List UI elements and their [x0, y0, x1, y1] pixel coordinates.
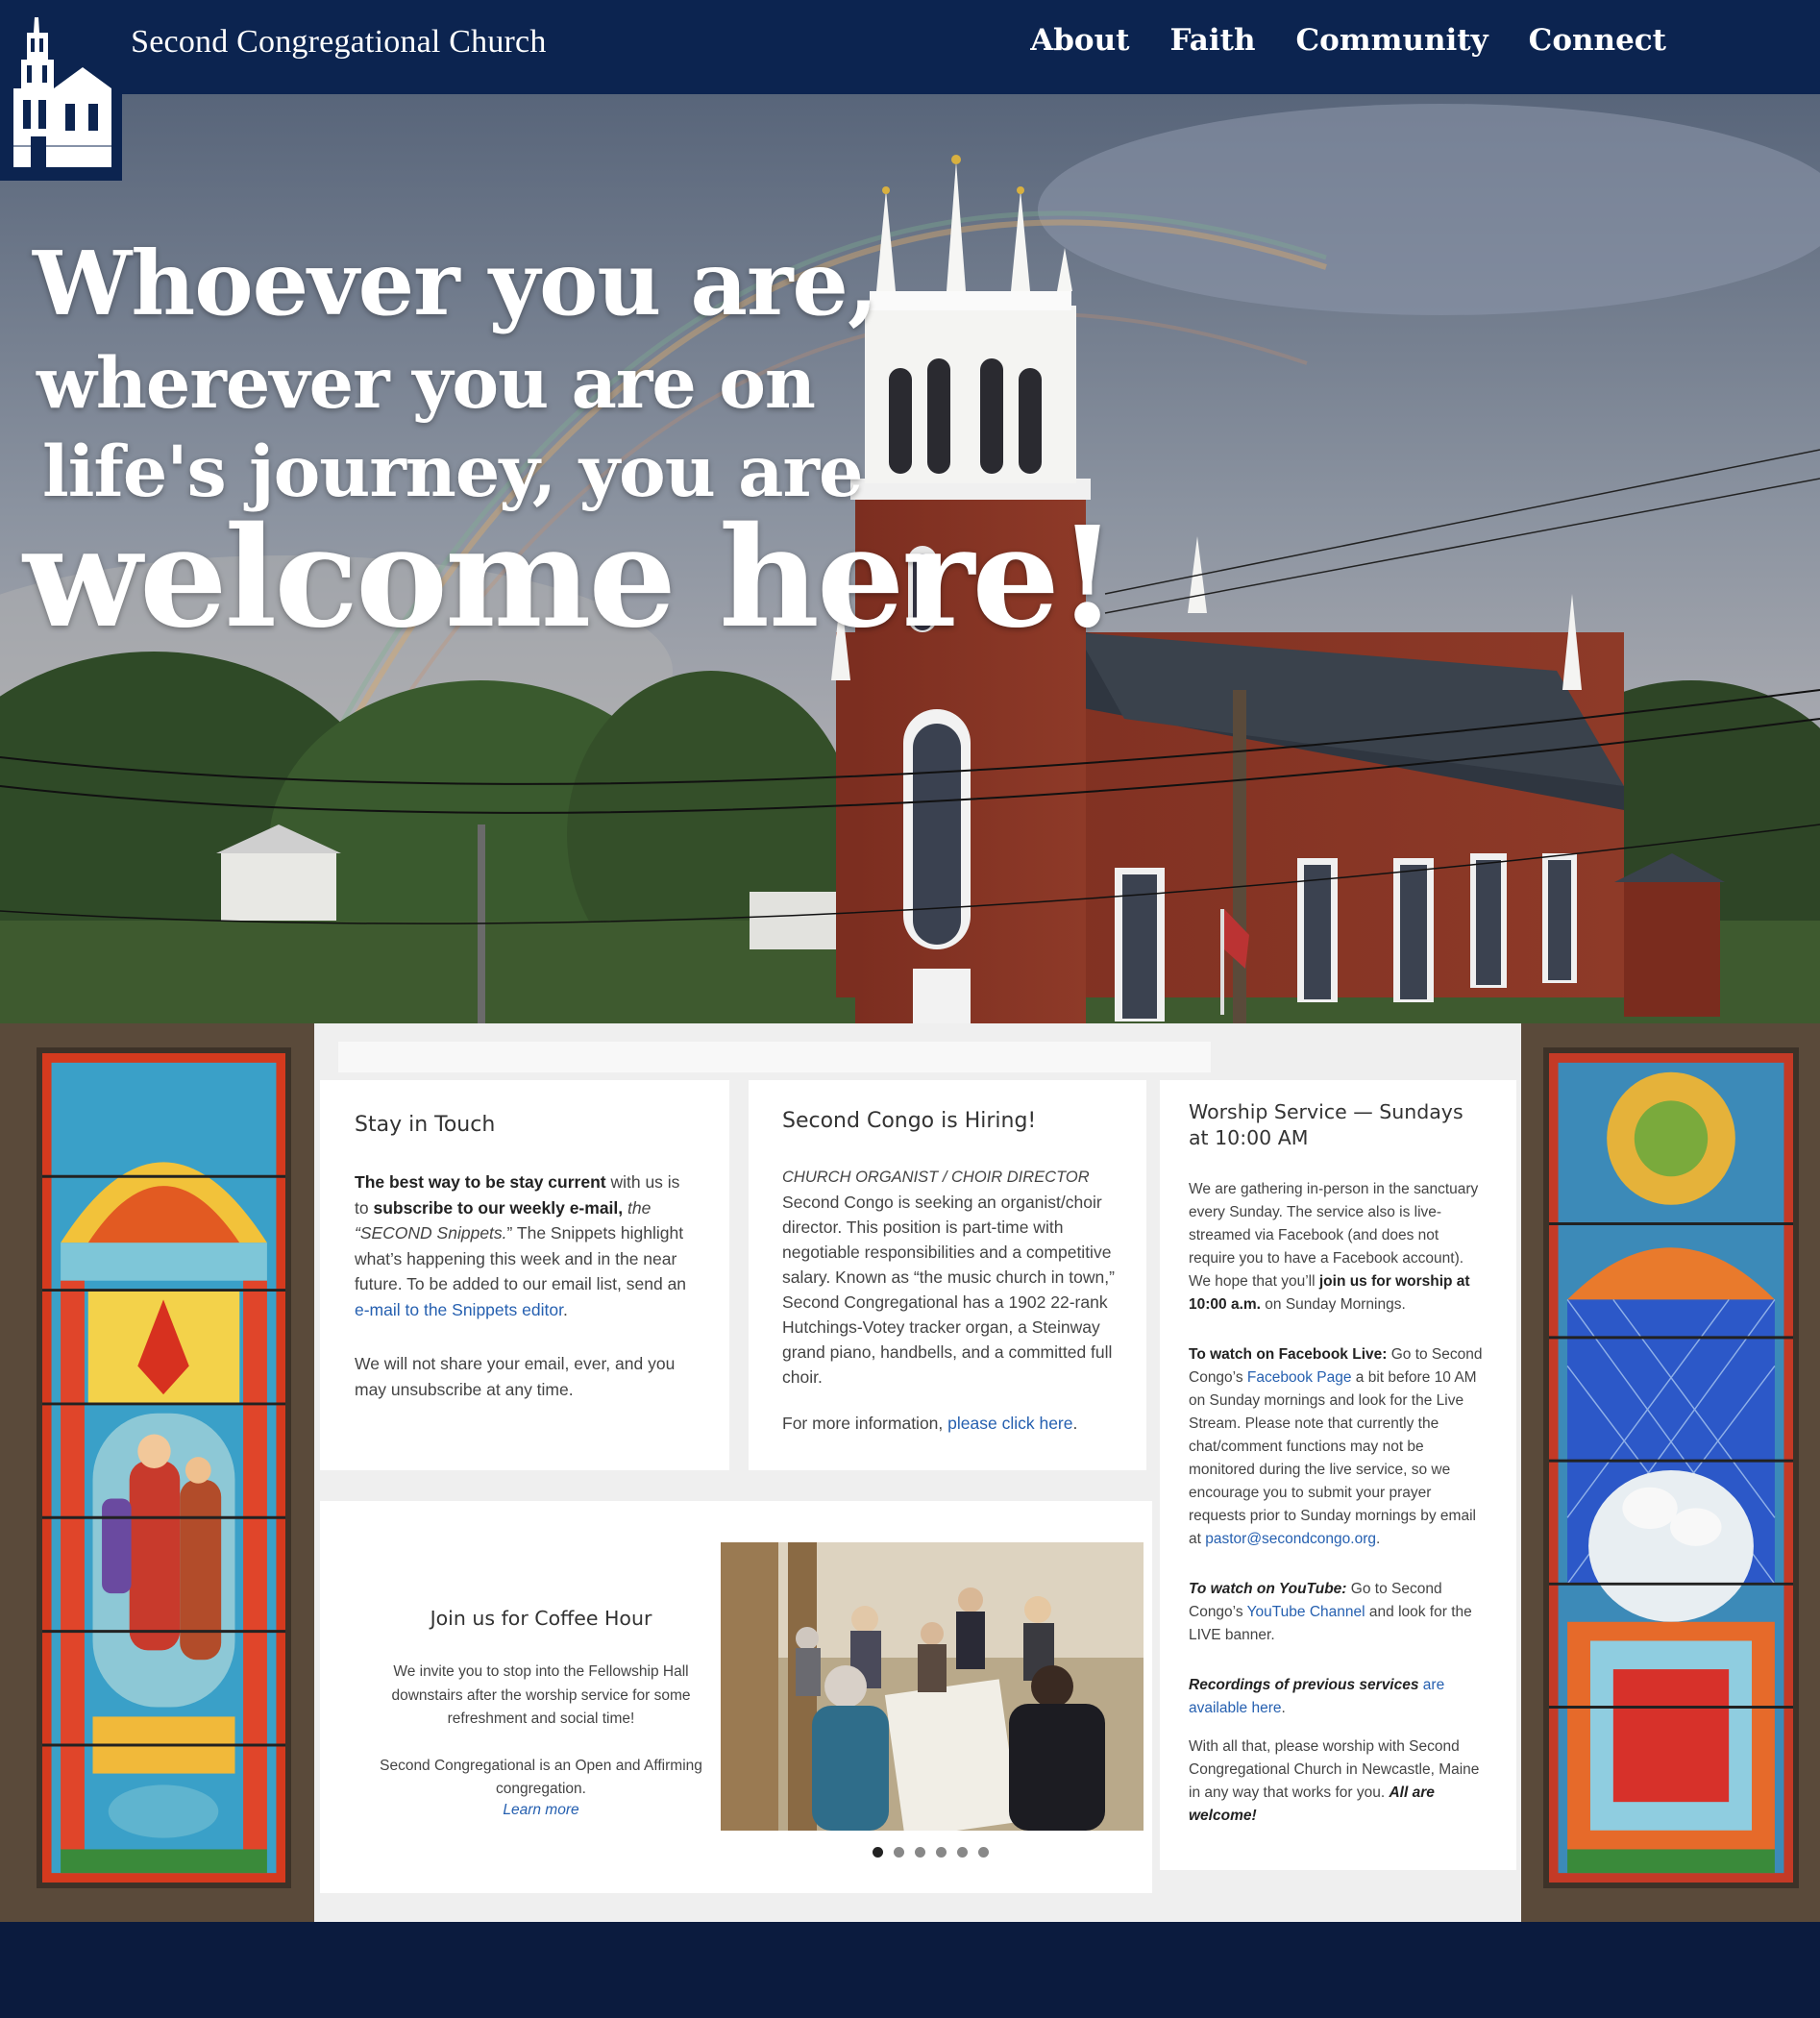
stained-glass-left: [37, 1047, 291, 1888]
nav-community[interactable]: Community: [1296, 23, 1488, 58]
worship-facebook: To watch on Facebook Live: Go to Second …: [1189, 1346, 1483, 1547]
stay-in-touch-title: Stay in Touch: [355, 1113, 496, 1137]
worship-intro: We are gathering in-person in the sanctu…: [1189, 1181, 1479, 1313]
hiring-title: Second Congo is Hiring!: [782, 1109, 1037, 1133]
slideshow-dot[interactable]: [957, 1847, 968, 1858]
hiring-more-link[interactable]: please click here: [947, 1414, 1072, 1433]
coffee-hour-invite: We invite you to stop into the Fellowshi…: [391, 1663, 691, 1727]
slideshow-dot[interactable]: [978, 1847, 989, 1858]
coffee-hour-card: Join us for Coffee Hour We invite you to…: [320, 1501, 1152, 1893]
site-footer: [0, 1922, 1820, 2018]
nav-connect[interactable]: Connect: [1529, 23, 1666, 58]
worship-title: Worship Service — Sundays at 10:00 AM: [1189, 1100, 1463, 1149]
privacy-note: We will not share your email, ever, and …: [355, 1354, 676, 1399]
worship-recordings: Recordings of previous services are avai…: [1189, 1677, 1445, 1716]
hero-banner: Whoever you are, wherever you are on lif…: [0, 94, 1820, 1023]
nav-faith[interactable]: Faith: [1169, 23, 1255, 58]
stay-in-touch-text: The best way to be stay current with us …: [355, 1172, 687, 1319]
content-strip: [338, 1042, 1211, 1072]
hiring-card: Second Congo is Hiring! CHURCH ORGANIST …: [749, 1080, 1146, 1470]
slideshow-dots: [873, 1847, 989, 1858]
facebook-page-link[interactable]: Facebook Page: [1247, 1369, 1352, 1386]
slideshow-dot[interactable]: [873, 1847, 883, 1858]
open-affirming-text: Second Congregational is an Open and Aff…: [380, 1757, 702, 1798]
youtube-channel-link[interactable]: YouTube Channel: [1247, 1604, 1365, 1620]
worship-youtube: To watch on YouTube: Go to Second Congo’…: [1189, 1581, 1472, 1643]
church-logo-icon: [8, 12, 115, 171]
coffee-hour-photo: [721, 1542, 1144, 1831]
stained-glass-right: [1543, 1047, 1799, 1888]
site-title[interactable]: The Second Congregational Church: [71, 24, 547, 61]
main-nav: About Faith Community Connect: [1030, 23, 1666, 58]
hero-photo: [0, 94, 1820, 1023]
slideshow-dot[interactable]: [936, 1847, 947, 1858]
church-logo[interactable]: [0, 0, 122, 181]
slideshow-dot[interactable]: [915, 1847, 925, 1858]
hiring-text: CHURCH ORGANIST / CHOIR DIRECTOR Second C…: [782, 1169, 1115, 1387]
coffee-hour-title: Join us for Coffee Hour: [430, 1607, 652, 1630]
pastor-email-link[interactable]: pastor@secondcongo.org: [1205, 1531, 1376, 1547]
snippets-editor-link[interactable]: e-mail to the Snippets editor: [355, 1300, 563, 1319]
learn-more-link[interactable]: Learn more: [503, 1802, 578, 1818]
site-header: The Second Congregational Church About F…: [0, 0, 1820, 94]
hiring-more: For more information, please click here.: [782, 1414, 1078, 1433]
coffee-hour-slideshow[interactable]: [721, 1542, 1144, 1831]
coffee-hour-text: Join us for Coffee Hour We invite you to…: [378, 1607, 704, 1819]
worship-card: Worship Service — Sundays at 10:00 AM We…: [1160, 1080, 1516, 1870]
stay-in-touch-card: Stay in Touch The best way to be stay cu…: [320, 1080, 729, 1470]
worship-closing: With all that, please worship with Secon…: [1189, 1738, 1480, 1824]
hiring-role: CHURCH ORGANIST / CHOIR DIRECTOR: [782, 1169, 1090, 1186]
nav-about[interactable]: About: [1030, 23, 1129, 58]
slideshow-dot[interactable]: [894, 1847, 904, 1858]
